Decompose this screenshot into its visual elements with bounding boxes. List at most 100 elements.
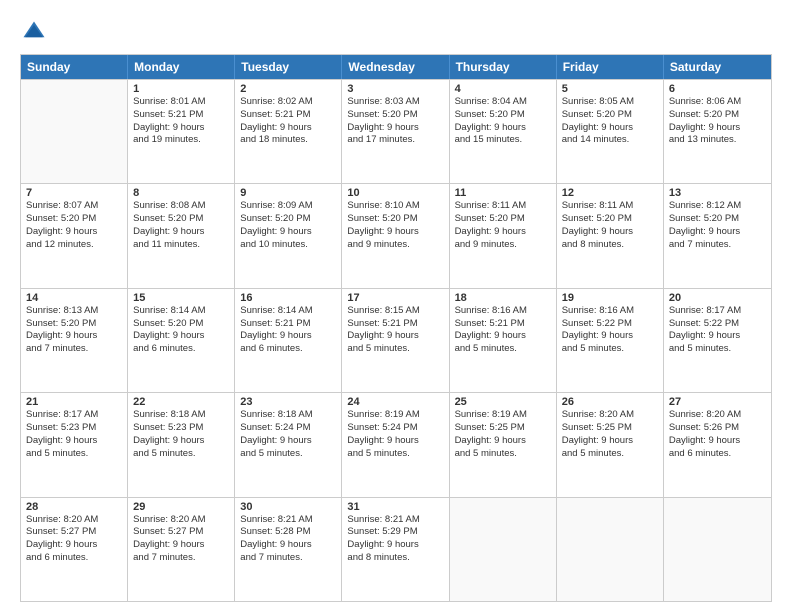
cell-line: Sunset: 5:23 PM bbox=[133, 422, 229, 435]
cell-line: Daylight: 9 hours bbox=[133, 435, 229, 448]
cell-line: Sunset: 5:22 PM bbox=[669, 318, 766, 331]
cell-line: and 5 minutes. bbox=[669, 343, 766, 356]
cell-line: Daylight: 9 hours bbox=[455, 226, 551, 239]
cell-line: Sunset: 5:21 PM bbox=[347, 318, 443, 331]
cell-line: Sunset: 5:25 PM bbox=[562, 422, 658, 435]
cell-line: Daylight: 9 hours bbox=[240, 122, 336, 135]
day-number: 4 bbox=[455, 83, 551, 95]
cell-line: Sunrise: 8:20 AM bbox=[669, 409, 766, 422]
day-number: 17 bbox=[347, 292, 443, 304]
cal-cell-2-3: 9Sunrise: 8:09 AMSunset: 5:20 PMDaylight… bbox=[235, 184, 342, 287]
cell-line: and 9 minutes. bbox=[347, 239, 443, 252]
cal-cell-3-1: 14Sunrise: 8:13 AMSunset: 5:20 PMDayligh… bbox=[21, 289, 128, 392]
cal-cell-5-4: 31Sunrise: 8:21 AMSunset: 5:29 PMDayligh… bbox=[342, 498, 449, 601]
day-number: 23 bbox=[240, 396, 336, 408]
cell-line: Daylight: 9 hours bbox=[562, 330, 658, 343]
cell-line: Sunrise: 8:10 AM bbox=[347, 200, 443, 213]
cal-cell-1-1 bbox=[21, 80, 128, 183]
day-number: 15 bbox=[133, 292, 229, 304]
cell-line: and 7 minutes. bbox=[669, 239, 766, 252]
day-number: 13 bbox=[669, 187, 766, 199]
cell-line: Daylight: 9 hours bbox=[347, 539, 443, 552]
cell-line: and 5 minutes. bbox=[347, 448, 443, 461]
day-number: 6 bbox=[669, 83, 766, 95]
cell-line: and 14 minutes. bbox=[562, 134, 658, 147]
day-number: 3 bbox=[347, 83, 443, 95]
cal-cell-1-3: 2Sunrise: 8:02 AMSunset: 5:21 PMDaylight… bbox=[235, 80, 342, 183]
cell-line: Sunset: 5:20 PM bbox=[347, 213, 443, 226]
logo bbox=[20, 18, 52, 46]
cell-line: Daylight: 9 hours bbox=[347, 226, 443, 239]
cell-line: Sunrise: 8:11 AM bbox=[562, 200, 658, 213]
cell-line: Sunrise: 8:08 AM bbox=[133, 200, 229, 213]
cell-line: Sunrise: 8:14 AM bbox=[240, 305, 336, 318]
cell-line: and 11 minutes. bbox=[133, 239, 229, 252]
cell-line: Sunrise: 8:06 AM bbox=[669, 96, 766, 109]
day-number: 19 bbox=[562, 292, 658, 304]
cal-cell-4-6: 26Sunrise: 8:20 AMSunset: 5:25 PMDayligh… bbox=[557, 393, 664, 496]
cell-line: Daylight: 9 hours bbox=[455, 122, 551, 135]
cell-line: and 9 minutes. bbox=[455, 239, 551, 252]
cell-line: and 6 minutes. bbox=[26, 552, 122, 565]
cal-cell-1-4: 3Sunrise: 8:03 AMSunset: 5:20 PMDaylight… bbox=[342, 80, 449, 183]
cal-cell-3-2: 15Sunrise: 8:14 AMSunset: 5:20 PMDayligh… bbox=[128, 289, 235, 392]
cell-line: Sunrise: 8:20 AM bbox=[26, 514, 122, 527]
weekday-header-friday: Friday bbox=[557, 55, 664, 79]
cell-line: Daylight: 9 hours bbox=[240, 330, 336, 343]
day-number: 12 bbox=[562, 187, 658, 199]
cell-line: Sunrise: 8:16 AM bbox=[455, 305, 551, 318]
day-number: 26 bbox=[562, 396, 658, 408]
cell-line: Sunset: 5:24 PM bbox=[347, 422, 443, 435]
cell-line: and 5 minutes. bbox=[347, 343, 443, 356]
day-number: 25 bbox=[455, 396, 551, 408]
cal-cell-4-1: 21Sunrise: 8:17 AMSunset: 5:23 PMDayligh… bbox=[21, 393, 128, 496]
header bbox=[20, 18, 772, 46]
cell-line: Sunset: 5:22 PM bbox=[562, 318, 658, 331]
cal-cell-1-5: 4Sunrise: 8:04 AMSunset: 5:20 PMDaylight… bbox=[450, 80, 557, 183]
day-number: 10 bbox=[347, 187, 443, 199]
cal-cell-1-6: 5Sunrise: 8:05 AMSunset: 5:20 PMDaylight… bbox=[557, 80, 664, 183]
cell-line: Daylight: 9 hours bbox=[133, 330, 229, 343]
cell-line: Daylight: 9 hours bbox=[133, 539, 229, 552]
day-number: 28 bbox=[26, 501, 122, 513]
cell-line: Sunset: 5:24 PM bbox=[240, 422, 336, 435]
cell-line: Sunset: 5:26 PM bbox=[669, 422, 766, 435]
cell-line: Daylight: 9 hours bbox=[26, 539, 122, 552]
day-number: 29 bbox=[133, 501, 229, 513]
cal-cell-4-3: 23Sunrise: 8:18 AMSunset: 5:24 PMDayligh… bbox=[235, 393, 342, 496]
cell-line: Daylight: 9 hours bbox=[562, 435, 658, 448]
cell-line: Sunrise: 8:17 AM bbox=[26, 409, 122, 422]
day-number: 2 bbox=[240, 83, 336, 95]
calendar-row-4: 21Sunrise: 8:17 AMSunset: 5:23 PMDayligh… bbox=[21, 392, 771, 496]
cell-line: Sunset: 5:20 PM bbox=[133, 318, 229, 331]
cell-line: and 5 minutes. bbox=[455, 343, 551, 356]
day-number: 9 bbox=[240, 187, 336, 199]
cal-cell-1-7: 6Sunrise: 8:06 AMSunset: 5:20 PMDaylight… bbox=[664, 80, 771, 183]
cell-line: Sunset: 5:20 PM bbox=[562, 213, 658, 226]
cell-line: and 7 minutes. bbox=[133, 552, 229, 565]
cell-line: Daylight: 9 hours bbox=[26, 226, 122, 239]
cell-line: Sunrise: 8:04 AM bbox=[455, 96, 551, 109]
cell-line: Sunset: 5:21 PM bbox=[133, 109, 229, 122]
cell-line: Daylight: 9 hours bbox=[562, 122, 658, 135]
calendar-row-1: 1Sunrise: 8:01 AMSunset: 5:21 PMDaylight… bbox=[21, 79, 771, 183]
day-number: 8 bbox=[133, 187, 229, 199]
cell-line: Sunrise: 8:15 AM bbox=[347, 305, 443, 318]
cell-line: and 8 minutes. bbox=[347, 552, 443, 565]
cell-line: and 13 minutes. bbox=[669, 134, 766, 147]
cell-line: Daylight: 9 hours bbox=[133, 122, 229, 135]
cell-line: Daylight: 9 hours bbox=[26, 330, 122, 343]
cal-cell-5-5 bbox=[450, 498, 557, 601]
cal-cell-5-3: 30Sunrise: 8:21 AMSunset: 5:28 PMDayligh… bbox=[235, 498, 342, 601]
cell-line: and 5 minutes. bbox=[240, 448, 336, 461]
cell-line: Daylight: 9 hours bbox=[240, 435, 336, 448]
generalblue-logo-icon bbox=[20, 18, 48, 46]
page: SundayMondayTuesdayWednesdayThursdayFrid… bbox=[0, 0, 792, 612]
weekday-header-monday: Monday bbox=[128, 55, 235, 79]
cell-line: Sunset: 5:20 PM bbox=[347, 109, 443, 122]
cell-line: Sunrise: 8:18 AM bbox=[133, 409, 229, 422]
cell-line: Daylight: 9 hours bbox=[669, 226, 766, 239]
day-number: 30 bbox=[240, 501, 336, 513]
cell-line: Sunset: 5:20 PM bbox=[669, 109, 766, 122]
cell-line: Sunset: 5:20 PM bbox=[26, 318, 122, 331]
